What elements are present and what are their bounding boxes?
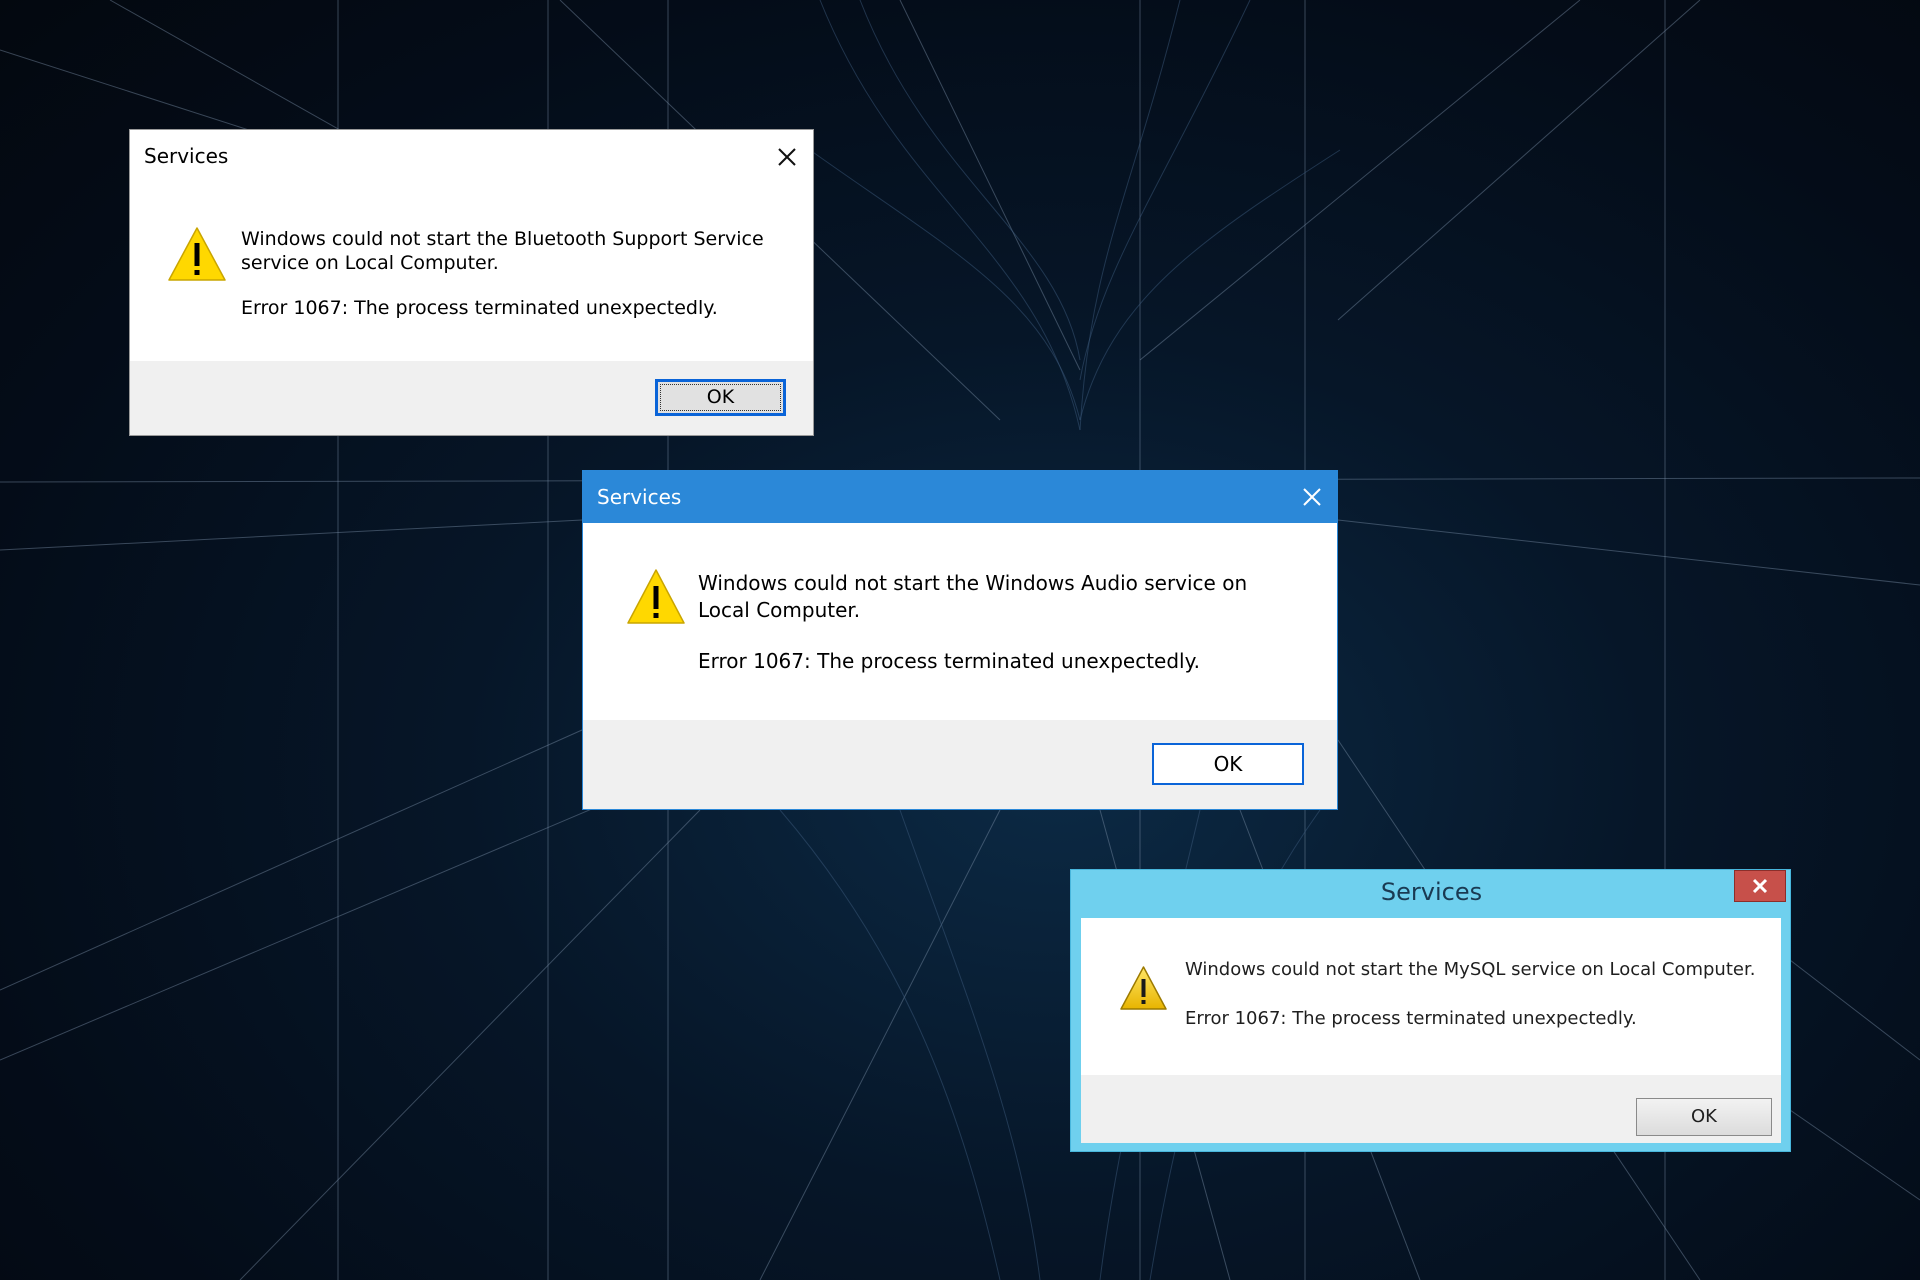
dialog-title: Services bbox=[1380, 878, 1483, 906]
ok-button[interactable]: OK bbox=[1636, 1098, 1772, 1136]
dialog-message: Windows could not start the MySQL servic… bbox=[1185, 959, 1756, 980]
close-button[interactable] bbox=[1734, 870, 1786, 902]
close-icon bbox=[1752, 878, 1768, 894]
dialog-client-area: Windows could not start the MySQL servic… bbox=[1081, 918, 1781, 1143]
ok-button[interactable]: OK bbox=[1152, 743, 1304, 785]
dialog-error: Error 1067: The process terminated unexp… bbox=[698, 649, 1200, 673]
warning-icon bbox=[1120, 966, 1167, 1010]
windows-audio-error-dialog: Services Windows could not start the Win… bbox=[582, 470, 1338, 810]
bluetooth-error-dialog: Services Windows could not start the Blu… bbox=[129, 129, 814, 436]
warning-icon bbox=[168, 227, 226, 281]
dialog-error: Error 1067: The process terminated unexp… bbox=[1185, 1008, 1637, 1029]
close-icon[interactable] bbox=[772, 142, 802, 172]
mysql-error-dialog: Services Windows could not start the MyS… bbox=[1070, 869, 1791, 1152]
close-icon[interactable] bbox=[1298, 483, 1326, 511]
ok-button[interactable]: OK bbox=[655, 379, 786, 416]
dialog-message: Windows could not start the Bluetooth Su… bbox=[241, 228, 764, 274]
dialog-title: Services bbox=[144, 144, 229, 168]
dialog-message: Windows could not start the Windows Audi… bbox=[698, 571, 1248, 622]
dialog-error: Error 1067: The process terminated unexp… bbox=[241, 297, 718, 319]
title-bar: Services bbox=[583, 471, 1337, 523]
dialog-title: Services bbox=[597, 485, 682, 509]
warning-icon bbox=[627, 569, 685, 624]
